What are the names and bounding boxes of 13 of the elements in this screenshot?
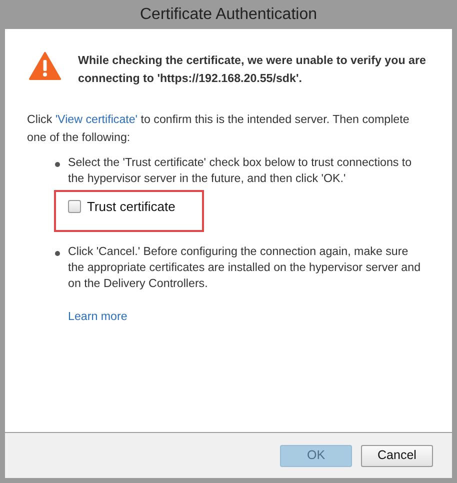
intro-text: Click 'View certificate' to confirm this is the intended server. Then complete one of the following: [27,112,410,146]
option-text: Select the 'Trust certificate' check box below to trust connections to the hypervisor server in the future, and then click 'OK.' [68,155,413,187]
view-certificate-link[interactable]: 'View certificate' [55,113,138,126]
option-text: Click 'Cancel.' Before configuring the connection again, make sure the appropriate certificates are installed on the hypervisor server and on the Delivery Controllers. [68,244,422,292]
trust-certificate-checkbox[interactable]: Trust certificate [68,197,176,216]
bullet-icon [55,162,60,167]
warning-icon [29,52,61,80]
bullet-icon [55,251,60,256]
warning-message: While checking the certificate, we were unable to verify you are connecting to 'https://192.168.20.55/sdk'. [78,53,427,87]
window-title: Certificate Authentication [140,4,317,24]
learn-more-link[interactable]: Learn more [68,308,128,326]
checkbox-icon[interactable] [68,200,81,214]
cancel-button[interactable]: Cancel [361,444,433,466]
